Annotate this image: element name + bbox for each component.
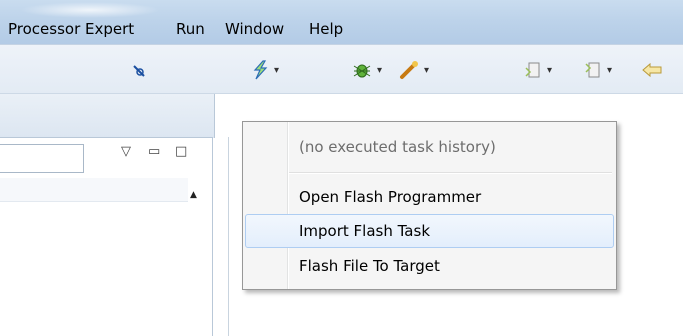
main-toolbar [0, 44, 683, 94]
editor-divider [228, 137, 229, 336]
debug-dropdown-arrow[interactable]: ▾ [377, 65, 382, 76]
next-annotation-icon [525, 62, 540, 78]
debug-button[interactable]: ▾ [352, 60, 382, 80]
external-tools-icon [400, 61, 418, 79]
flash-icon [253, 60, 268, 80]
pin-button[interactable] [131, 63, 147, 79]
flash-dropdown-menu: (no executed task history) Open Flash Pr… [242, 121, 617, 290]
external-tools-button[interactable]: ▾ [399, 60, 429, 80]
flash-button[interactable]: ▾ [251, 60, 279, 80]
view-menu-icon[interactable]: ▽ [121, 144, 131, 159]
debug-bug-icon [353, 64, 371, 78]
menu-item-no-history: (no executed task history) [299, 138, 496, 156]
previous-annotation-button[interactable]: ▾ [584, 60, 612, 80]
menu-item-flash-file-to-target[interactable]: Flash File To Target [245, 249, 614, 283]
vertical-scrollbar[interactable]: ▲ [188, 178, 202, 336]
menu-separator-highlight [289, 173, 612, 174]
minimize-icon[interactable]: ▭ [148, 144, 160, 159]
menu-window[interactable]: Window [225, 20, 284, 38]
back-button[interactable] [641, 61, 663, 79]
external-tools-dropdown-arrow[interactable]: ▾ [424, 65, 429, 76]
tree-row[interactable] [0, 178, 188, 202]
menu-run[interactable]: Run [176, 20, 205, 38]
panel-filter-input[interactable] [0, 144, 84, 173]
menu-bar: Processor Expert Run Window Help [0, 14, 683, 44]
previous-annotation-icon [585, 62, 600, 78]
left-panel-header [0, 94, 215, 138]
menu-processor-expert[interactable]: Processor Expert [8, 20, 134, 38]
menu-item-open-flash-programmer[interactable]: Open Flash Programmer [245, 180, 614, 214]
maximize-icon[interactable]: □ [175, 144, 187, 159]
menu-help[interactable]: Help [309, 20, 343, 38]
flash-dropdown-arrow[interactable]: ▾ [274, 65, 279, 76]
menu-item-import-flash-task[interactable]: Import Flash Task [245, 214, 614, 248]
previous-annotation-dropdown-arrow[interactable]: ▾ [607, 65, 612, 76]
scroll-up-icon[interactable]: ▲ [190, 190, 197, 200]
pin-icon [133, 65, 145, 77]
back-icon [642, 62, 662, 78]
next-annotation-dropdown-arrow[interactable]: ▾ [547, 65, 552, 76]
next-annotation-button[interactable]: ▾ [524, 60, 552, 80]
